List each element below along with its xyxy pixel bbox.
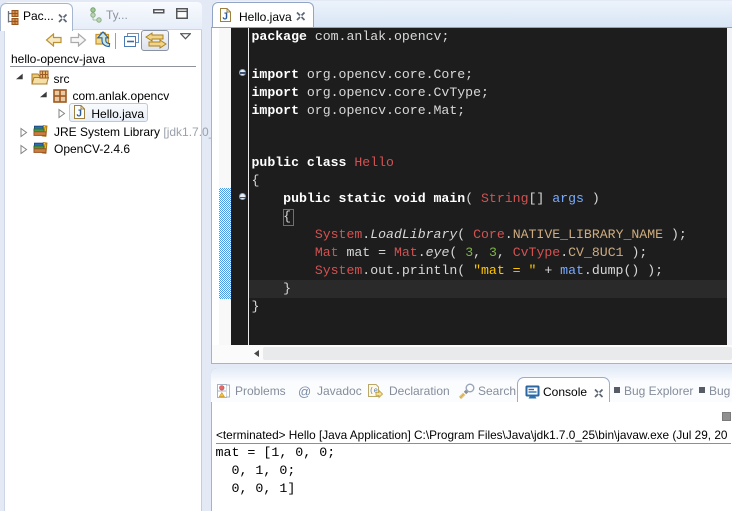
svg-text:J: J xyxy=(76,108,82,119)
svg-text:J: J xyxy=(222,11,228,22)
